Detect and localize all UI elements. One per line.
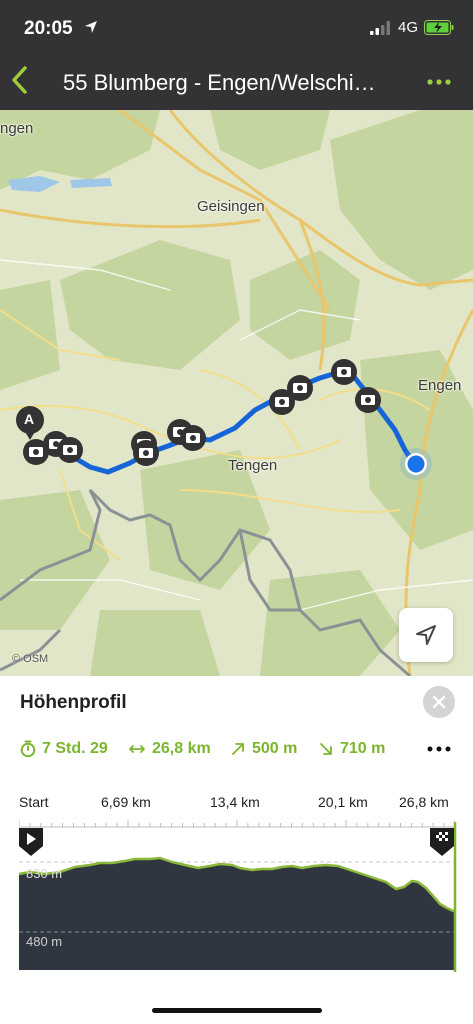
- navigation-arrow-icon: [416, 625, 436, 645]
- place-label-engen: Engen: [418, 377, 462, 394]
- network-type: 4G: [398, 19, 419, 36]
- top-bar: 20:05 4G 55 Blumberg - Engen/Welschi…: [0, 0, 473, 110]
- stat-duration: 7 Std. 29: [20, 738, 108, 760]
- more-stats-icon[interactable]: [427, 744, 451, 754]
- panel-title: Höhenprofil: [20, 692, 127, 713]
- stat-distance: 26,8 km: [128, 738, 211, 760]
- map-background: [0, 110, 473, 676]
- place-label-tengen: Tengen: [228, 457, 278, 474]
- stats-row: 7 Std. 29 26,8 km 500 m 710 m: [20, 738, 460, 760]
- axis-label-20-1: 20,1 km: [318, 794, 368, 810]
- ascent-arrow-icon: [232, 743, 244, 755]
- elevation-profile-chart: [18, 770, 463, 972]
- axis-label-start: Start: [19, 794, 49, 810]
- start-marker-label: A: [24, 411, 35, 427]
- place-label-engen-top: ngen: [0, 120, 34, 137]
- axis-label-26-8: 26,8 km: [399, 794, 449, 810]
- axis-label-6-69: 6,69 km: [101, 794, 151, 810]
- descent-arrow-icon: [320, 743, 332, 755]
- elevation-area: [19, 858, 455, 970]
- close-button[interactable]: [423, 686, 455, 718]
- elev-label-low: 480 m: [26, 934, 63, 949]
- stat-descent: 710 m: [318, 738, 385, 760]
- stat-ascent-value: 500 m: [252, 740, 298, 757]
- stat-distance-value: 26,8 km: [152, 740, 211, 757]
- elevation-panel: Höhenprofil 7 Std. 29 26,8 km 500 m 710 …: [0, 676, 473, 1024]
- stopwatch-icon: [20, 740, 36, 758]
- map-attribution: © OSM: [12, 653, 49, 665]
- current-location-dot: [400, 448, 432, 480]
- more-options-icon[interactable]: [426, 72, 452, 92]
- stat-duration-value: 7 Std. 29: [42, 740, 108, 757]
- close-icon: [432, 695, 446, 709]
- finish-flag-icon: [430, 828, 454, 856]
- home-indicator[interactable]: [152, 1008, 322, 1013]
- start-play-icon: [19, 828, 43, 856]
- place-label-geisingen: Geisingen: [197, 198, 265, 215]
- recenter-button[interactable]: [399, 608, 453, 662]
- battery-charging-icon: [424, 20, 454, 35]
- stat-ascent: 500 m: [230, 738, 297, 760]
- back-chevron-icon[interactable]: [8, 64, 30, 96]
- map-view[interactable]: ngen Geisingen Engen Tengen A © OSM: [0, 110, 473, 676]
- axis-label-13-4: 13,4 km: [210, 794, 260, 810]
- signal-icon: [370, 21, 390, 35]
- distance-arrows-icon: [129, 745, 145, 753]
- elev-label-high: 830 m: [26, 866, 63, 881]
- elevation-profile[interactable]: 830 m 480 m: [0, 770, 473, 972]
- status-time: 20:05: [24, 18, 73, 39]
- stat-descent-value: 710 m: [340, 740, 386, 757]
- page-title: 55 Blumberg - Engen/Welschi…: [63, 70, 376, 95]
- location-arrow-icon: [85, 21, 97, 33]
